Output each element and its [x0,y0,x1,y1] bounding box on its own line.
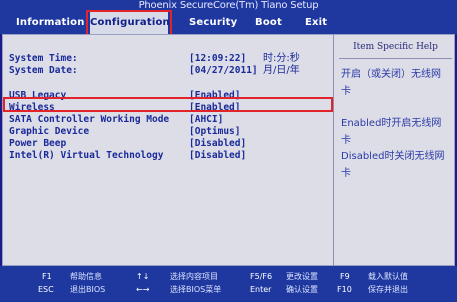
settings-panel: System Time: [12:09:22] 时:分:秒 System Dat… [3,35,333,267]
enter-key: Enter [250,285,272,294]
left-right-key: ←→ [136,285,150,294]
esc-description: 退出BIOS [70,285,106,294]
app-title: Phoenix SecureCore(Tm) Tiano Setup [138,0,319,11]
menu-bar: Information Configuration Security Boot … [0,12,457,34]
setting-value[interactable]: [Disabled] [189,138,246,150]
date-format-hint: 月/日/年 [263,65,300,76]
f10-description: 保存并退出 [368,285,408,294]
help-panel: Item Specific Help 开启（或关闭）无线网 卡 Enabled时… [335,35,456,267]
setting-value[interactable]: [AHCI] [189,114,223,126]
f1-key: F1 [42,272,52,281]
help-line: 卡 [341,168,351,179]
key-help-footer: F1 帮助信息 ESC 退出BIOS ↑↓ 选择内容项目 ←→ 选择BIOS菜单… [0,266,457,302]
f5-f6-description: 更改设置 [286,272,318,281]
up-down-key: ↑↓ [136,272,150,281]
up-down-description: 选择内容项目 [170,272,218,281]
esc-key: ESC [38,285,54,294]
setting-label: SATA Controller Working Mode [9,114,170,125]
setup-main-panel: System Time: [12:09:22] 时:分:秒 System Dat… [2,34,456,267]
setting-value[interactable]: [12:09:22] [189,53,246,65]
menu-configuration[interactable]: Configuration [90,12,170,34]
setting-label: Power Beep [9,138,67,149]
f1-description: 帮助信息 [70,272,102,281]
setting-label: Wireless [9,102,55,113]
setting-value[interactable]: [Disabled] [189,150,246,162]
menu-exit[interactable]: Exit [305,12,327,34]
panel-divider [333,35,334,267]
f5-f6-key: F5/F6 [250,272,273,281]
help-line: 卡 [341,86,351,97]
menu-boot[interactable]: Boot [255,12,282,34]
setting-label: Intel(R) Virtual Technology [9,150,164,161]
time-format-hint: 时:分:秒 [263,53,300,64]
help-line: Enabled时开启无线网 [341,118,442,129]
setting-value[interactable]: [04/27/2011] [189,65,258,77]
enter-description: 确认设置 [286,285,318,294]
help-title: Item Specific Help [353,42,438,52]
setting-label: USB Legacy [9,90,67,101]
help-divider [339,58,452,59]
help-line: Disabled时关闭无线网 [341,151,445,162]
setting-value[interactable]: [Enabled] [189,102,240,114]
f9-description: 载入默认值 [368,272,408,281]
setting-value[interactable]: [Enabled] [189,90,240,102]
left-right-description: 选择BIOS菜单 [170,285,222,294]
setting-value[interactable]: [Optimus] [189,126,240,138]
title-bar: Phoenix SecureCore(Tm) Tiano Setup Infor… [0,0,457,34]
setting-label: System Date: [9,65,78,76]
menu-information[interactable]: Information [16,12,85,34]
setting-label: Graphic Device [9,126,90,137]
menu-security[interactable]: Security [189,12,237,34]
help-line: 卡 [341,135,351,146]
f9-key: F9 [340,272,350,281]
help-line: 开启（或关闭）无线网 [341,69,441,80]
setting-label: System Time: [9,53,78,64]
f10-key: F10 [337,285,352,294]
